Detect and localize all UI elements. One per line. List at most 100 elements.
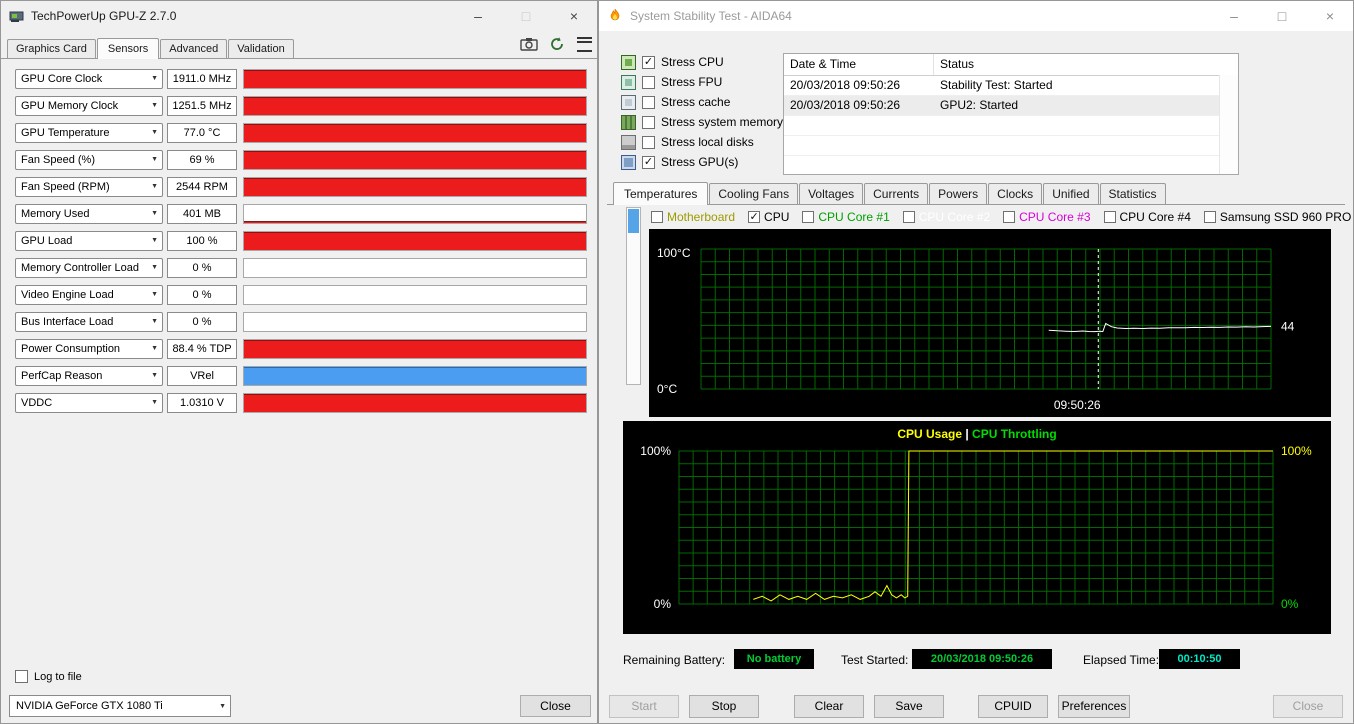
svg-text:0%: 0% — [654, 597, 672, 611]
legend-checkbox[interactable] — [1204, 211, 1216, 223]
table-cell: 20/03/2018 09:50:26 — [784, 96, 934, 115]
gpuz-close-button[interactable]: Close — [520, 695, 591, 717]
sensor-value: 0 % — [167, 258, 237, 278]
stress-checkbox[interactable]: ✓ — [642, 156, 655, 169]
sensor-select[interactable]: VDDC▼ — [15, 393, 163, 413]
legend-item-cpu-core-1: CPU Core #1 — [802, 210, 889, 224]
table-row[interactable] — [784, 116, 1238, 136]
elapsed-time-value: 00:10:50 — [1159, 649, 1240, 669]
gpuz-tabbar: Graphics CardSensorsAdvancedValidation — [7, 35, 295, 58]
tab-cooling-fans[interactable]: Cooling Fans — [709, 183, 798, 204]
legend-checkbox[interactable] — [802, 211, 814, 223]
sensor-select[interactable]: Video Engine Load▼ — [15, 285, 163, 305]
table-row[interactable]: 20/03/2018 09:50:26Stability Test: Start… — [784, 76, 1238, 96]
legend-checkbox[interactable] — [1104, 211, 1116, 223]
stress-checkbox[interactable]: ✓ — [642, 56, 655, 69]
gpu-device-select[interactable]: NVIDIA GeForce GTX 1080 Ti ▼ — [9, 695, 231, 717]
sensor-row-gpu-temperature: GPU Temperature▼77.0 °C — [1, 123, 597, 145]
menu-hamburger-icon[interactable] — [573, 34, 595, 54]
stress-checkbox[interactable] — [642, 76, 655, 89]
cpuid-button[interactable]: CPUID — [978, 695, 1048, 718]
screenshot-camera-icon[interactable] — [518, 34, 540, 54]
cpu-usage-graph: CPU Usage | CPU Throttling100%0%100%0% — [623, 421, 1331, 634]
sensor-value: 69 % — [167, 150, 237, 170]
table-row[interactable] — [784, 136, 1238, 156]
sensor-graph-fill — [244, 232, 586, 250]
start-button[interactable]: Start — [609, 695, 679, 718]
sensor-value: 88.4 % TDP — [167, 339, 237, 359]
gpuz-tab-validation[interactable]: Validation — [228, 39, 294, 58]
sensor-select[interactable]: PerfCap Reason▼ — [15, 366, 163, 386]
legend-checkbox[interactable]: ✓ — [748, 211, 760, 223]
gpuz-tab-advanced[interactable]: Advanced — [160, 39, 227, 58]
sensor-graph — [243, 366, 587, 386]
legend-label: CPU Core #4 — [1120, 210, 1191, 224]
log-table-header: Date & TimeStatus — [784, 54, 1238, 76]
gpuz-tab-sensors[interactable]: Sensors — [97, 38, 159, 59]
sensor-label: Fan Speed (%) — [21, 154, 95, 166]
sensor-row-vddc: VDDC▼1.0310 V — [1, 393, 597, 415]
log-to-file-checkbox[interactable] — [15, 670, 28, 683]
sensor-graph-fill — [244, 178, 586, 196]
gpu-stress-icon — [621, 155, 636, 170]
tab-unified[interactable]: Unified — [1043, 183, 1098, 204]
log-table-scrollbar[interactable] — [1219, 75, 1238, 174]
sensor-select[interactable]: Fan Speed (%)▼ — [15, 150, 163, 170]
sensor-value: VRel — [167, 366, 237, 386]
legend-checkbox[interactable] — [651, 211, 663, 223]
close-button[interactable]: Close — [1273, 695, 1343, 718]
close-icon[interactable]: × — [1317, 3, 1343, 29]
table-row[interactable] — [784, 156, 1238, 175]
legend-label: Samsung SSD 960 PRO 512GB — [1220, 210, 1354, 224]
minimize-icon[interactable]: – — [465, 3, 491, 29]
sensor-select[interactable]: GPU Temperature▼ — [15, 123, 163, 143]
sensor-select[interactable]: Fan Speed (RPM)▼ — [15, 177, 163, 197]
gpu-device-name: NVIDIA GeForce GTX 1080 Ti — [16, 700, 163, 712]
maximize-icon[interactable]: □ — [1269, 3, 1295, 29]
gpuz-tab-graphics-card[interactable]: Graphics Card — [7, 39, 96, 58]
close-icon[interactable]: × — [561, 3, 587, 29]
save-button[interactable]: Save — [874, 695, 944, 718]
sensor-select[interactable]: Memory Controller Load▼ — [15, 258, 163, 278]
chevron-down-icon: ▼ — [151, 206, 158, 222]
sensor-select[interactable]: GPU Core Clock▼ — [15, 69, 163, 89]
sensor-select[interactable]: Memory Used▼ — [15, 204, 163, 224]
graph-scrollbar-thumb[interactable] — [628, 209, 639, 233]
chevron-down-icon: ▼ — [151, 314, 158, 330]
tab-temperatures[interactable]: Temperatures — [613, 182, 708, 205]
tab-powers[interactable]: Powers — [929, 183, 987, 204]
sensor-select[interactable]: GPU Memory Clock▼ — [15, 96, 163, 116]
minimize-icon[interactable]: – — [1221, 3, 1247, 29]
tab-clocks[interactable]: Clocks — [988, 183, 1042, 204]
aida-flame-icon — [607, 8, 623, 24]
preferences-button[interactable]: Preferences — [1058, 695, 1130, 718]
legend-checkbox[interactable] — [903, 211, 915, 223]
stress-checkbox[interactable] — [642, 136, 655, 149]
stress-checkbox[interactable] — [642, 96, 655, 109]
chevron-down-icon: ▼ — [151, 71, 158, 87]
tab-voltages[interactable]: Voltages — [799, 183, 863, 204]
tab-statistics[interactable]: Statistics — [1100, 183, 1166, 204]
legend-item-samsung-ssd-960-pro-512gb: Samsung SSD 960 PRO 512GB — [1204, 210, 1354, 224]
graph-scrollbar[interactable] — [626, 207, 641, 385]
sensor-row-perfcap-reason: PerfCap Reason▼VRel — [1, 366, 597, 388]
fpu-stress-icon — [621, 75, 636, 90]
tab-currents[interactable]: Currents — [864, 183, 928, 204]
aida-tab-divider — [607, 204, 1345, 205]
clear-button[interactable]: Clear — [794, 695, 864, 718]
refresh-icon[interactable] — [546, 34, 568, 54]
sensor-select[interactable]: Bus Interface Load▼ — [15, 312, 163, 332]
chevron-down-icon: ▼ — [151, 368, 158, 384]
sensor-select[interactable]: Power Consumption▼ — [15, 339, 163, 359]
stress-checkbox[interactable] — [642, 116, 655, 129]
sensor-graph — [243, 258, 587, 278]
sensor-value: 2544 RPM — [167, 177, 237, 197]
table-cell — [784, 136, 934, 155]
chevron-down-icon: ▼ — [219, 699, 226, 715]
legend-checkbox[interactable] — [1003, 211, 1015, 223]
sensor-select[interactable]: GPU Load▼ — [15, 231, 163, 251]
stop-button[interactable]: Stop — [689, 695, 759, 718]
gpuz-tab-divider — [1, 58, 597, 59]
table-row[interactable]: 20/03/2018 09:50:26GPU2: Started — [784, 96, 1238, 116]
sensor-value: 0 % — [167, 312, 237, 332]
